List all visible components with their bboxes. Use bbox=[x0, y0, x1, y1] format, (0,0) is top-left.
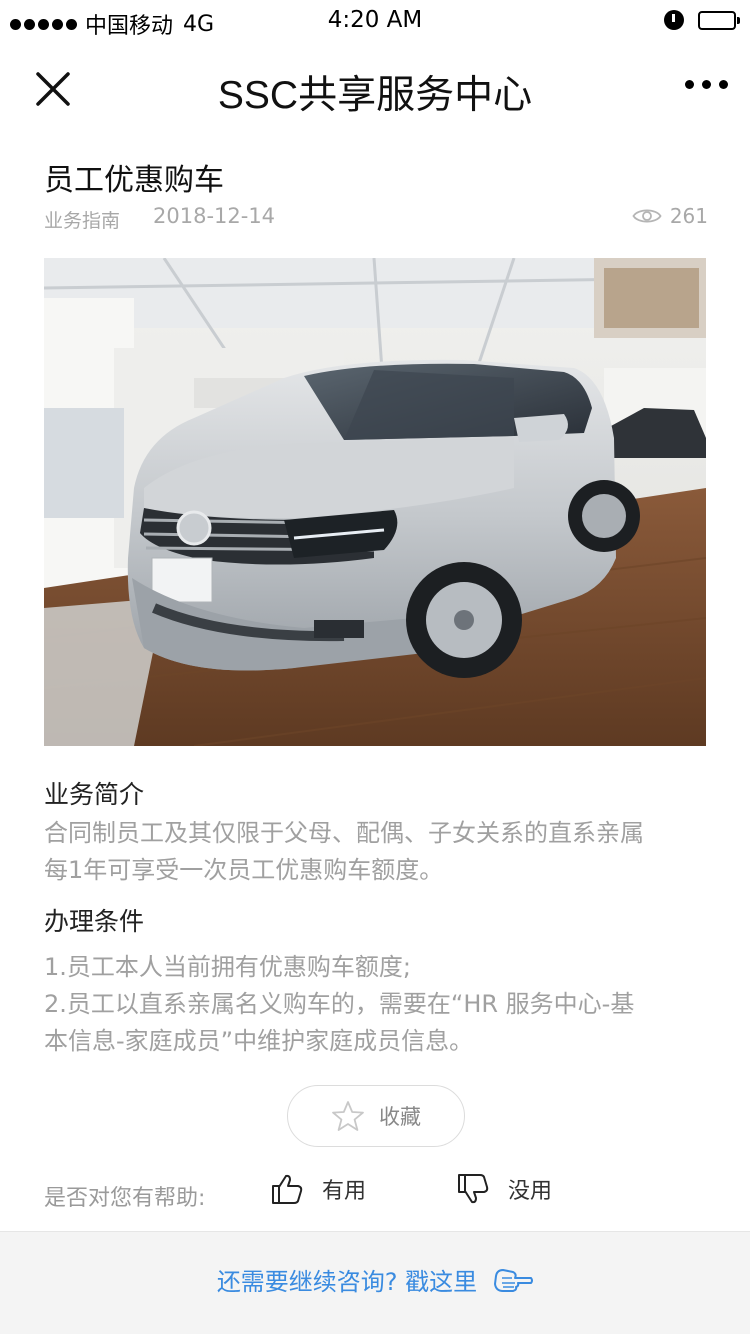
consult-text: 还需要继续咨询? 戳这里 bbox=[216, 1268, 478, 1296]
useless-label: 没用 bbox=[508, 1179, 553, 1204]
status-bar: 中国移动 4G 4:20 AM bbox=[0, 0, 750, 42]
section-line: 每1年可享受一次员工优惠购车额度。 bbox=[44, 856, 444, 884]
article-date: 2018-12-14 bbox=[153, 204, 276, 228]
article-hero-image bbox=[44, 258, 706, 746]
useful-button[interactable]: 有用 bbox=[270, 1172, 366, 1206]
footer-bar: 还需要继续咨询? 戳这里 bbox=[0, 1231, 750, 1334]
star-icon bbox=[332, 1101, 364, 1131]
useful-label: 有用 bbox=[322, 1179, 367, 1204]
favorite-button[interactable]: 收藏 bbox=[287, 1085, 465, 1147]
page-title: SSC共享服务中心 bbox=[217, 74, 533, 117]
thumbs-down-icon bbox=[458, 1174, 489, 1204]
pointing-hand-icon bbox=[494, 1268, 534, 1292]
eye-icon bbox=[632, 209, 662, 223]
feedback-question: 是否对您有帮助: bbox=[44, 1186, 206, 1211]
view-count: 261 bbox=[632, 204, 708, 228]
nav-bar: SSC共享服务中心 bbox=[0, 42, 750, 132]
status-right bbox=[664, 10, 740, 30]
section-body-intro: 合同制员工及其仅限于父母、配偶、子女关系的直系亲属 每1年可享受一次员工优惠购车… bbox=[44, 815, 708, 889]
favorite-label: 收藏 bbox=[379, 1105, 421, 1129]
section-line: 2.员工以直系亲属名义购车的，需要在“HR 服务中心-基 bbox=[44, 990, 635, 1018]
section-heading-intro: 业务简介 bbox=[44, 780, 145, 809]
section-heading-conditions: 办理条件 bbox=[44, 907, 145, 936]
article-category: 业务指南 bbox=[44, 210, 121, 232]
section-line: 本信息-家庭成员”中维护家庭成员信息。 bbox=[44, 1027, 474, 1055]
article-title: 员工优惠购车 bbox=[44, 163, 224, 198]
section-line: 1.员工本人当前拥有优惠购车额度; bbox=[44, 953, 411, 981]
orientation-lock-icon bbox=[664, 10, 684, 30]
status-time: 4:20 AM bbox=[327, 7, 423, 33]
article-meta: 业务指南 2018-12-14 261 bbox=[44, 204, 708, 232]
battery-icon bbox=[698, 10, 740, 30]
section-body-conditions: 1.员工本人当前拥有优惠购车额度; 2.员工以直系亲属名义购车的，需要在“HR … bbox=[44, 949, 708, 1060]
thumbs-up-icon bbox=[272, 1174, 303, 1204]
feedback-row: 是否对您有帮助: 有用 没用 bbox=[44, 1170, 704, 1214]
section-line: 合同制员工及其仅限于父母、配偶、子女关系的直系亲属 bbox=[44, 819, 644, 847]
consult-link[interactable]: 还需要继续咨询? 戳这里 bbox=[0, 1262, 750, 1297]
car-photo bbox=[44, 258, 706, 746]
useless-button[interactable]: 没用 bbox=[456, 1172, 552, 1206]
view-count-value: 261 bbox=[669, 204, 708, 228]
more-icon[interactable] bbox=[685, 80, 728, 89]
